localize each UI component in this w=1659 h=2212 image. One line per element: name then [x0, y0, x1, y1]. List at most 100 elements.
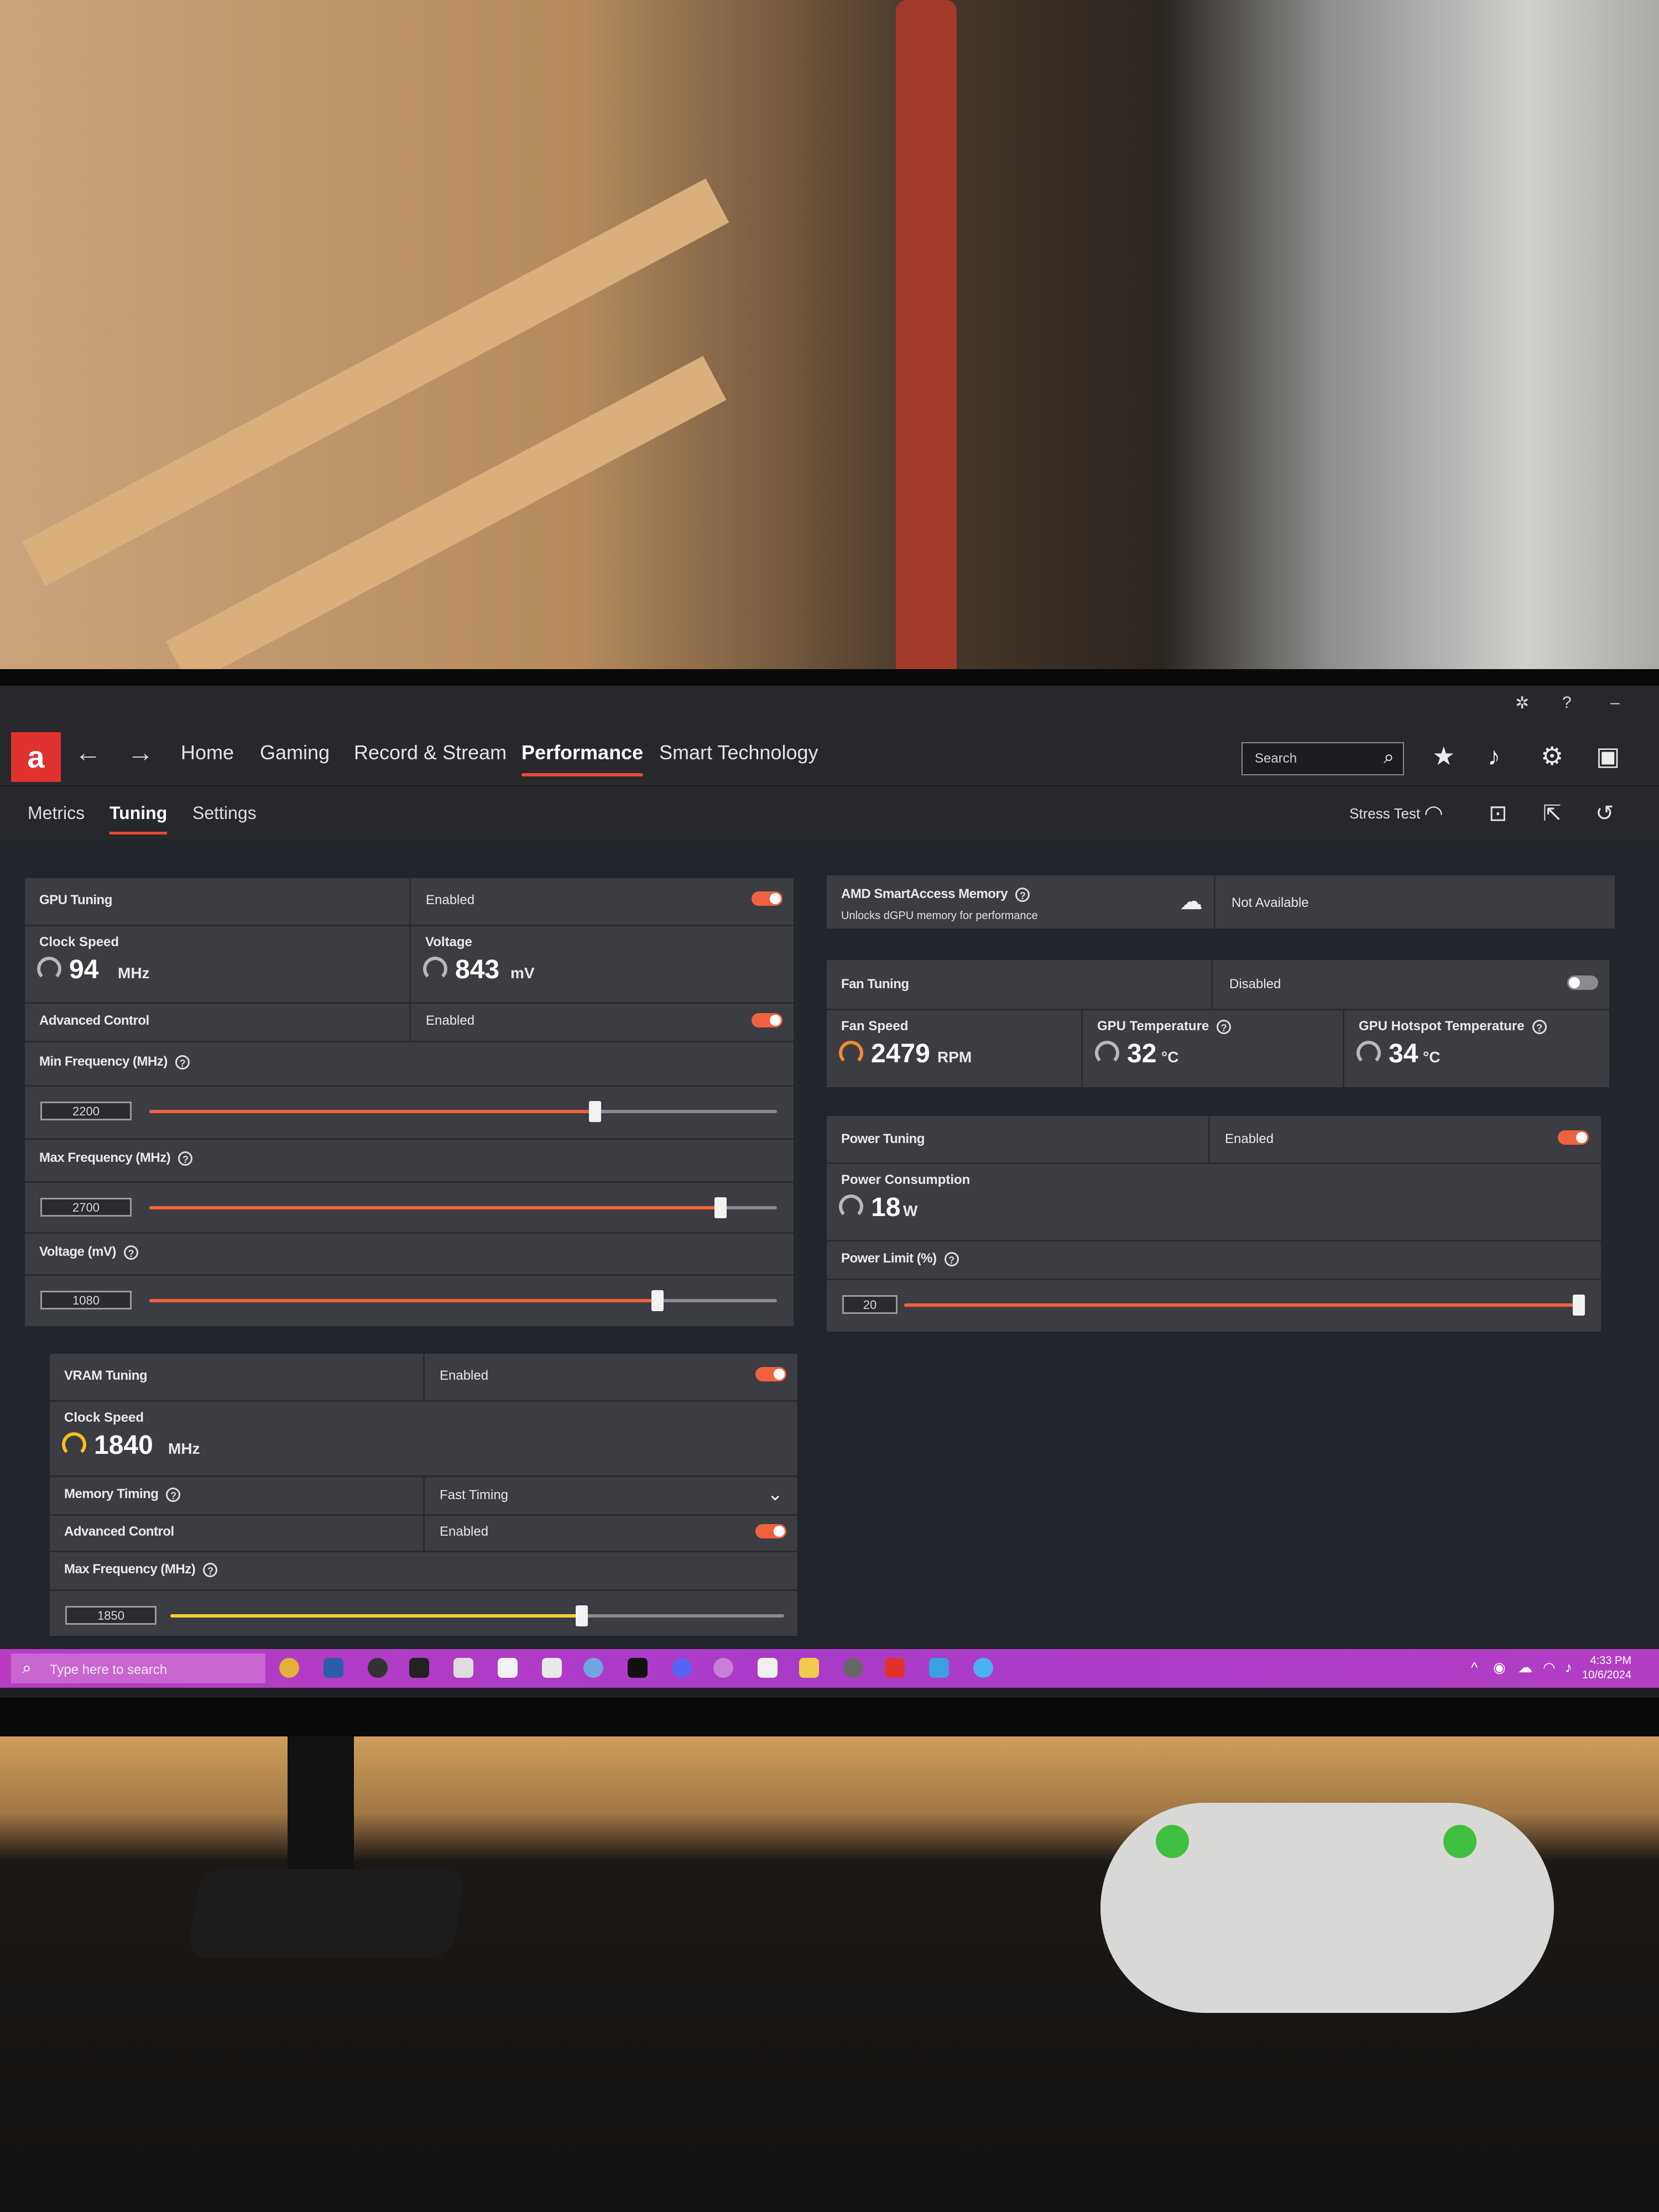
hotspot-temperature-gauge-icon	[1357, 1041, 1381, 1065]
import-icon[interactable]: ⊡	[1489, 801, 1507, 826]
bell-icon[interactable]: ♪	[1488, 741, 1500, 771]
bug-icon[interactable]: ✲	[1515, 693, 1529, 713]
nav-home[interactable]: Home	[181, 741, 234, 764]
nav-performance[interactable]: Performance	[521, 741, 644, 776]
app-icon[interactable]	[973, 1658, 993, 1678]
slider-thumb[interactable]	[651, 1290, 664, 1311]
search-box[interactable]: Search ⌕	[1241, 742, 1404, 775]
power-consumption-value: 18	[871, 1193, 901, 1222]
gpu-temperature-unit: °C	[1161, 1048, 1179, 1066]
vram-max-frequency-input[interactable]: 1850	[65, 1606, 156, 1625]
advanced-control-toggle[interactable]	[752, 1013, 782, 1027]
vram-tuning-toggle[interactable]	[755, 1367, 786, 1381]
tray-chevron-icon[interactable]: ^	[1471, 1659, 1478, 1676]
minimize-icon[interactable]: –	[1610, 693, 1620, 712]
app-icon[interactable]	[453, 1658, 473, 1678]
memory-timing-select[interactable]: Fast Timing	[440, 1488, 508, 1503]
notepad-icon[interactable]	[498, 1658, 518, 1678]
taskbar-search-placeholder: Type here to search	[50, 1662, 168, 1677]
stress-test-label[interactable]: Stress Test	[1349, 805, 1420, 822]
app-icon[interactable]	[368, 1658, 388, 1678]
voltage-gauge-icon	[423, 957, 447, 981]
vram-max-frequency-slider[interactable]	[170, 1605, 784, 1626]
amd-logo[interactable]: a	[11, 732, 61, 782]
vram-advanced-toggle[interactable]	[755, 1524, 786, 1538]
screen: ✲ ? – a ← → Home Gaming Record & Stream …	[0, 686, 1659, 1698]
cloud-icon[interactable]: ☁	[1518, 1659, 1532, 1676]
power-consumption-gauge-icon	[839, 1194, 863, 1219]
slider-thumb[interactable]	[714, 1197, 727, 1218]
speedometer-icon[interactable]: ◠	[1424, 801, 1443, 826]
app-icon[interactable]	[542, 1658, 562, 1678]
taskbar-search[interactable]: ⌕ Type here to search	[11, 1653, 265, 1683]
slider-thumb[interactable]	[1573, 1295, 1585, 1316]
red-pipe	[896, 0, 957, 680]
voltage-slider[interactable]	[149, 1290, 777, 1311]
back-arrow-icon[interactable]: ←	[75, 738, 101, 768]
voltage-unit: mV	[510, 964, 535, 982]
fan-tuning-toggle[interactable]	[1567, 975, 1598, 990]
export-icon[interactable]: ⇱	[1543, 801, 1562, 826]
gear-icon[interactable]: ⚙	[1541, 741, 1563, 771]
power-tuning-toggle[interactable]	[1558, 1130, 1589, 1145]
app-icon[interactable]	[628, 1658, 648, 1678]
help-icon[interactable]: ?	[1562, 693, 1572, 712]
vram-max-frequency-label-row: Max Frequency (MHz)?	[50, 1551, 797, 1591]
chevron-down-icon[interactable]: ⌄	[768, 1483, 784, 1505]
tuning-content: GPU Tuning Enabled Clock Speed 94 MHz Vo…	[0, 839, 1659, 1649]
vram-advanced-row: Advanced Control Enabled	[50, 1514, 797, 1552]
memory-timing-row: Memory Timing? Fast Timing ⌄	[50, 1475, 797, 1516]
folder-icon[interactable]	[799, 1658, 819, 1678]
vram-clock-label: Clock Speed	[64, 1410, 144, 1425]
fan-speed-gauge-icon	[839, 1041, 863, 1065]
min-frequency-label-row: Min Frequency (MHz)?	[25, 1041, 794, 1087]
gpu-tuning-toggle[interactable]	[752, 891, 782, 906]
power-limit-slider[interactable]	[904, 1295, 1585, 1316]
min-frequency-slider-row: 2200	[25, 1085, 794, 1140]
fan-speed-label: Fan Speed	[841, 1019, 909, 1034]
tab-metrics[interactable]: Metrics	[28, 803, 85, 823]
steam-icon[interactable]	[324, 1658, 343, 1678]
tray-app-icon[interactable]: ◉	[1493, 1659, 1506, 1676]
app-icon[interactable]	[929, 1658, 949, 1678]
clock-date: 10/6/2024	[1582, 1669, 1631, 1681]
profile-card-icon[interactable]: ▣	[1596, 741, 1620, 771]
slider-fill	[170, 1614, 582, 1618]
app-icon[interactable]	[713, 1658, 733, 1678]
slider-thumb[interactable]	[575, 1605, 588, 1626]
discord-icon[interactable]	[672, 1658, 692, 1678]
min-frequency-input[interactable]: 2200	[40, 1102, 132, 1120]
nav-record-stream[interactable]: Record & Stream	[354, 741, 507, 764]
smart-access-subtitle: Unlocks dGPU memory for performance	[841, 910, 1038, 922]
voltage-input[interactable]: 1080	[40, 1291, 132, 1310]
app-icon[interactable]	[843, 1658, 863, 1678]
nav-gaming[interactable]: Gaming	[260, 741, 330, 764]
min-frequency-slider[interactable]	[149, 1101, 777, 1122]
tab-tuning[interactable]: Tuning	[109, 803, 168, 834]
max-frequency-slider[interactable]	[149, 1197, 777, 1218]
reset-icon[interactable]: ↺	[1595, 801, 1614, 826]
clock-speed-gauge-icon	[37, 957, 61, 981]
wifi-icon[interactable]: ◠	[1543, 1659, 1556, 1676]
power-tuning-header: Power Tuning Enabled	[827, 1116, 1601, 1164]
volume-icon[interactable]: ♪	[1565, 1659, 1572, 1676]
clock[interactable]: 4:33 PM 10/6/2024	[1582, 1653, 1631, 1682]
voltage-slider-label: Voltage (mV)?	[39, 1244, 138, 1260]
vram-max-frequency-slider-row: 1850	[50, 1589, 797, 1636]
star-icon[interactable]: ★	[1432, 741, 1455, 771]
fan-tuning-header: Fan Tuning Disabled	[827, 960, 1609, 1010]
app-icon[interactable]	[758, 1658, 778, 1678]
app-icon[interactable]	[583, 1658, 603, 1678]
memory-timing-label: Memory Timing?	[64, 1486, 181, 1502]
max-frequency-input[interactable]: 2700	[40, 1198, 132, 1217]
app-icon[interactable]	[409, 1658, 429, 1678]
tab-settings[interactable]: Settings	[192, 803, 257, 823]
power-limit-input[interactable]: 20	[842, 1295, 898, 1314]
forward-arrow-icon[interactable]: →	[127, 738, 154, 768]
slider-thumb[interactable]	[588, 1101, 601, 1122]
amd-taskbar-icon[interactable]	[885, 1658, 905, 1678]
help-icon: ?	[1015, 887, 1030, 902]
chrome-icon[interactable]	[279, 1658, 299, 1678]
nav-smart-technology[interactable]: Smart Technology	[659, 741, 818, 764]
advanced-control-state: Enabled	[426, 1013, 475, 1028]
